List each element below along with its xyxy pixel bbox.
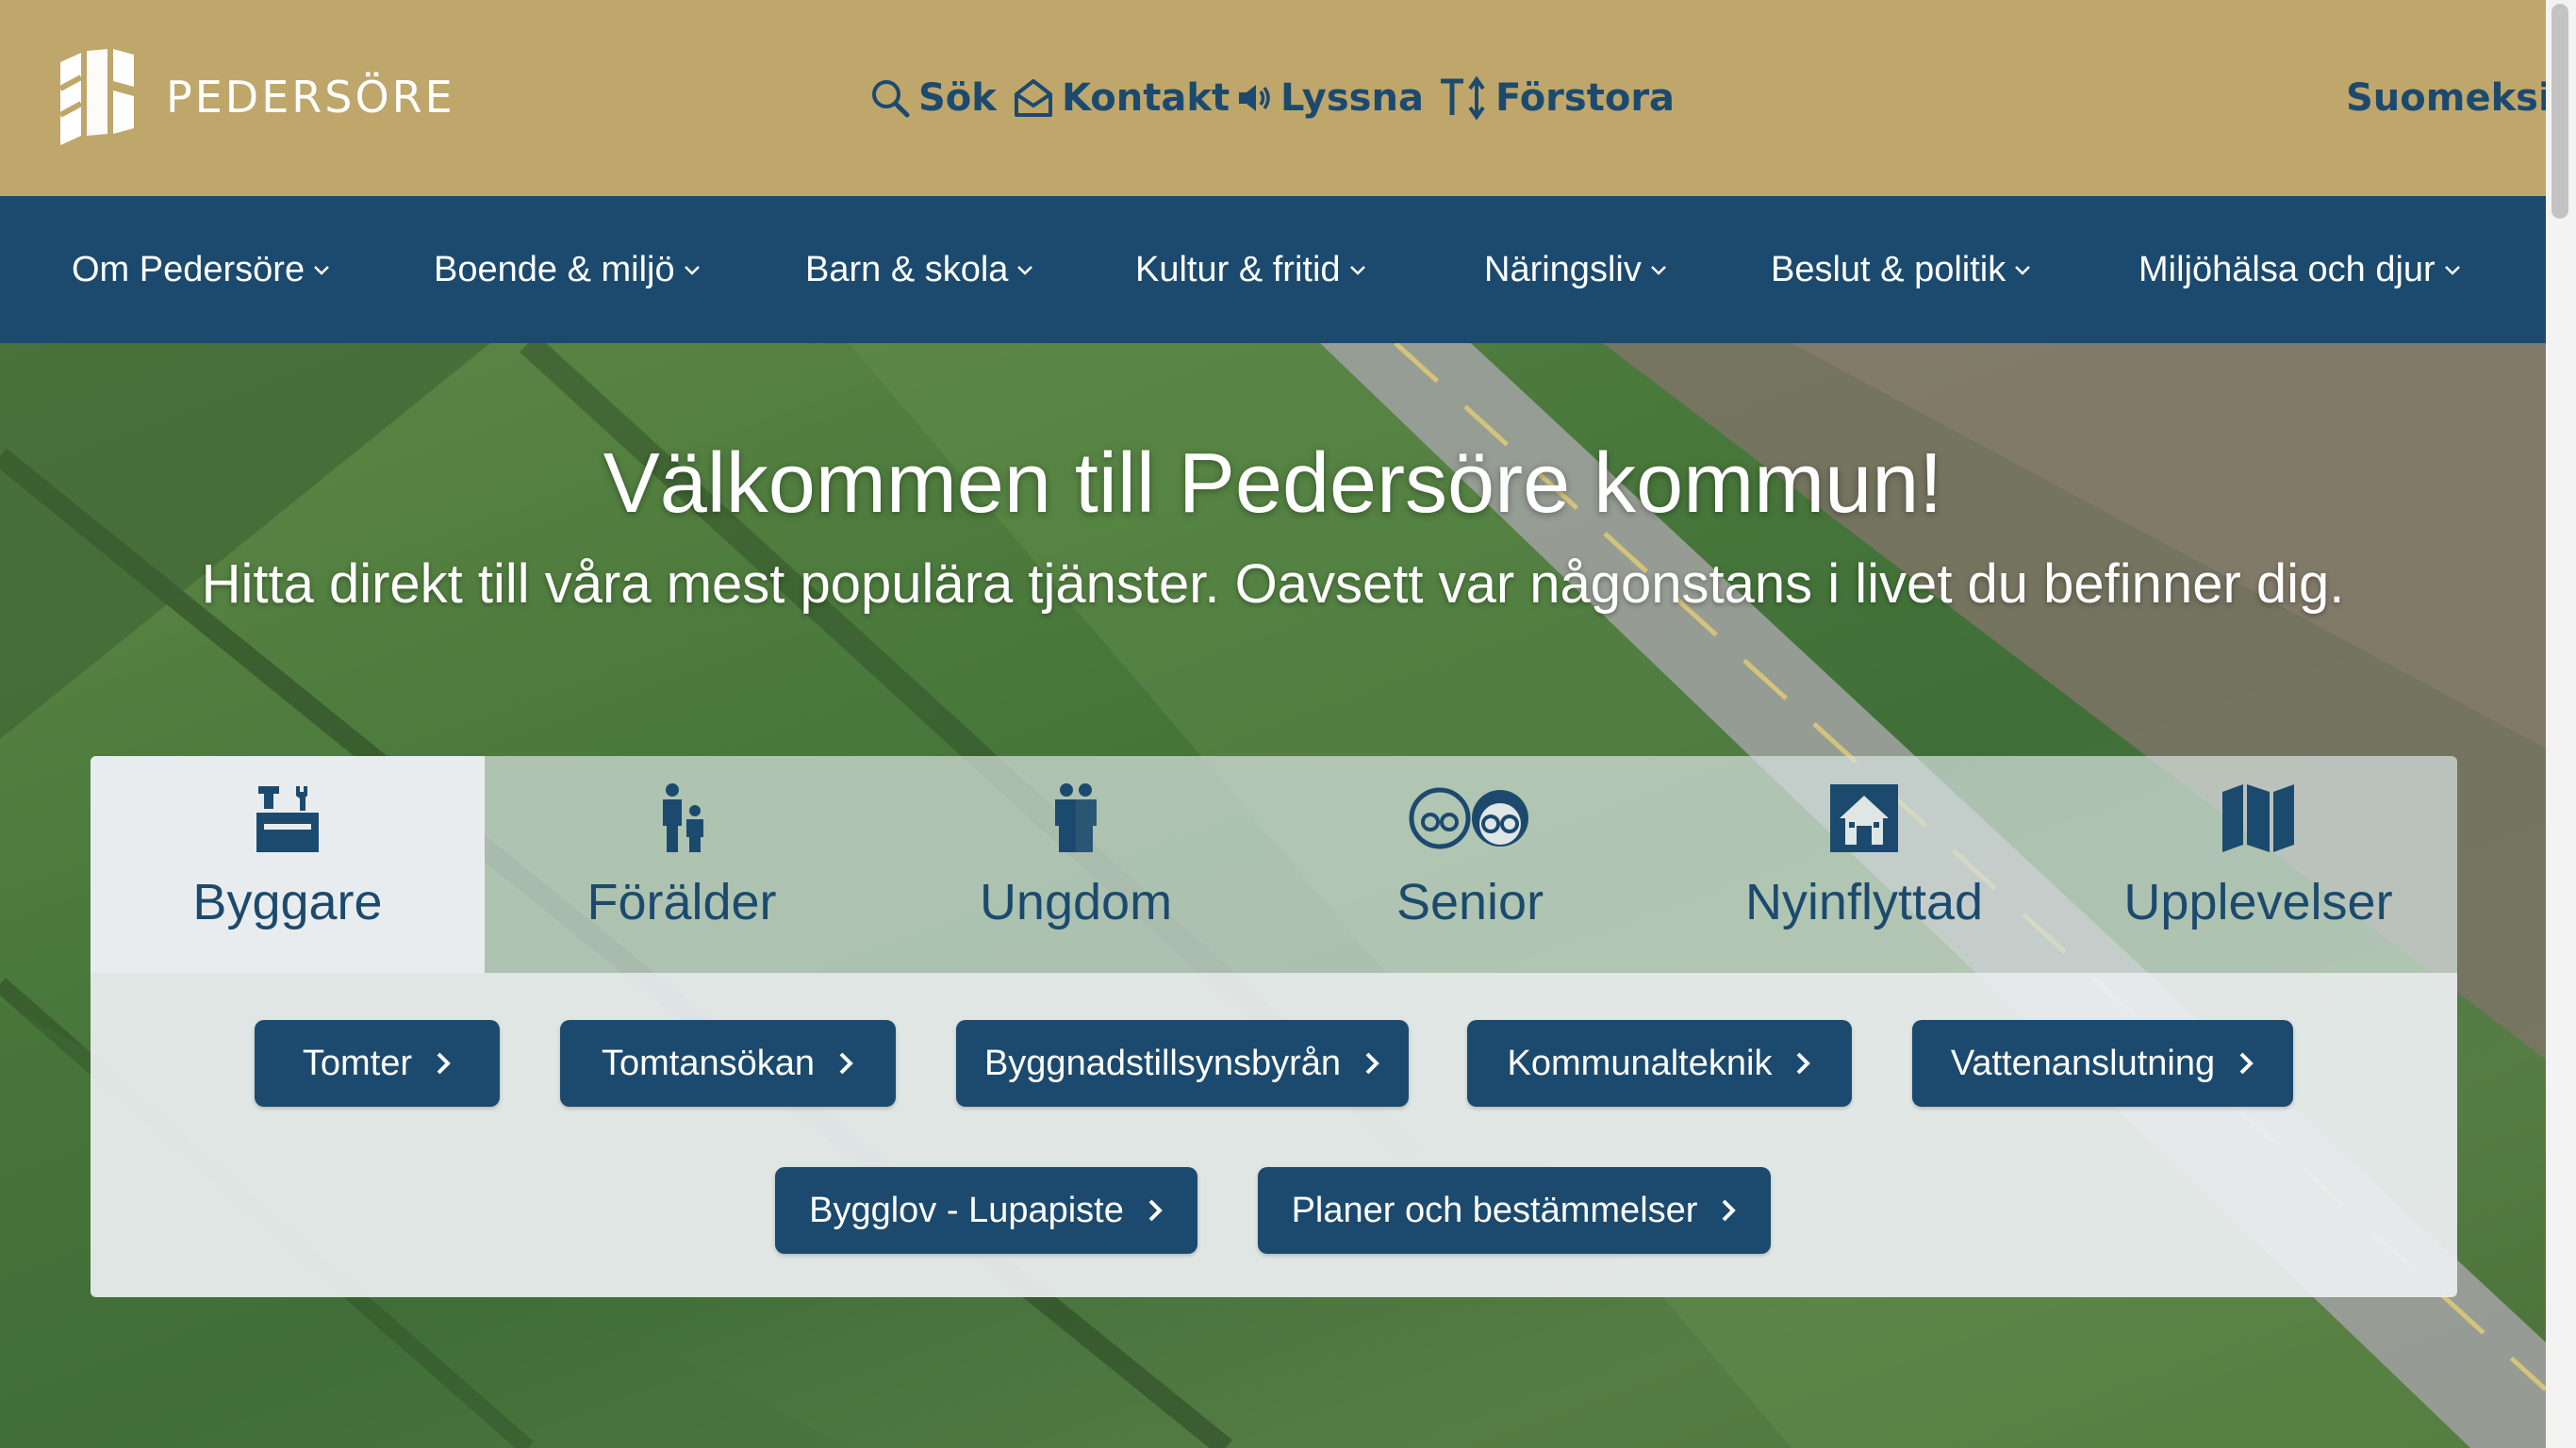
- parent-child-icon: [663, 783, 703, 852]
- service-button-tomter[interactable]: Tomter: [255, 1020, 500, 1107]
- tab-senior[interactable]: Senior: [1273, 756, 1667, 973]
- nav-item-kultur-fritid[interactable]: Kultur & fritid: [1135, 243, 1369, 296]
- nav-item-miljohalsa-djur[interactable]: Miljöhälsa och djur: [2138, 243, 2464, 296]
- nav-item-beslut-politik[interactable]: Beslut & politik: [1771, 243, 2034, 296]
- tab-label: Ungdom: [979, 874, 1173, 930]
- service-button-label: Tomter: [302, 1043, 413, 1083]
- scrollbar-thumb[interactable]: [2551, 4, 2568, 219]
- chevron-down-icon: [1349, 266, 1365, 275]
- chevron-down-icon: [1650, 266, 1666, 275]
- services-panel: Byggare Förälder Ungdom Senior Nyinflytt…: [91, 756, 2457, 1297]
- chevron-down-icon: [2444, 266, 2460, 275]
- tab-label: Nyinflyttad: [1744, 874, 1984, 930]
- chevron-right-icon: [2239, 1052, 2254, 1075]
- nav-item-label: Beslut & politik: [1771, 249, 2006, 289]
- contact-link[interactable]: Kontakt: [1013, 68, 1230, 128]
- contact-label: Kontakt: [1062, 76, 1230, 120]
- tab-upplevelser[interactable]: Upplevelser: [2061, 756, 2455, 973]
- zoom-label: Förstora: [1495, 76, 1676, 120]
- chevron-down-icon: [314, 266, 329, 275]
- nav-item-label: Boende & miljö: [434, 249, 675, 289]
- chevron-right-icon: [839, 1052, 853, 1075]
- text-size-icon: [1441, 75, 1485, 121]
- envelope-open-icon: [1015, 79, 1052, 117]
- chevron-right-icon: [1723, 1199, 1737, 1222]
- nav-item-label: Om Pedersöre: [72, 249, 305, 289]
- nav-item-om-pedersore[interactable]: Om Pedersöre: [72, 243, 333, 296]
- service-button-label: Tomtansökan: [601, 1043, 815, 1083]
- chevron-down-icon: [684, 266, 700, 275]
- nav-item-barn-skola[interactable]: Barn & skola: [805, 243, 1036, 296]
- service-button-kommunalteknik[interactable]: Kommunalteknik: [1467, 1020, 1852, 1107]
- tab-label: Förälder: [586, 874, 777, 930]
- seniors-icon: [1409, 787, 1528, 849]
- zoom-link[interactable]: Förstora: [1439, 68, 1675, 128]
- hero-subtitle: Hitta direkt till våra mest populära tjä…: [201, 553, 2345, 615]
- tab-foralder[interactable]: Förälder: [485, 756, 879, 973]
- tab-label: Byggare: [192, 874, 383, 930]
- toolbox-icon: [256, 786, 319, 852]
- tab-nyinflyttad[interactable]: Nyinflyttad: [1667, 756, 2061, 973]
- service-button-label: Planer och bestämmelser: [1291, 1190, 1698, 1230]
- service-button-bygglov-lupapiste[interactable]: Bygglov - Lupapiste: [775, 1167, 1197, 1254]
- search-link[interactable]: Sök: [869, 68, 997, 128]
- youth-icon: [1055, 783, 1097, 852]
- chevron-right-icon: [1797, 1052, 1811, 1075]
- chevron-right-icon: [1365, 1052, 1379, 1075]
- service-button-label: Bygglov - Lupapiste: [809, 1190, 1124, 1230]
- service-button-vattenanslutning[interactable]: Vattenanslutning: [1912, 1020, 2293, 1107]
- service-button-byggnadstillsynsbyran[interactable]: Byggnadstillsynsbyrån: [956, 1020, 1409, 1107]
- nav-item-label: Miljöhälsa och djur: [2138, 249, 2436, 289]
- service-button-label: Kommunalteknik: [1507, 1043, 1773, 1083]
- tab-ungdom[interactable]: Ungdom: [879, 756, 1273, 973]
- nav-item-label: Kultur & fritid: [1135, 249, 1341, 289]
- pedersore-logo-mark-icon: [60, 49, 134, 145]
- house-icon: [1830, 784, 1898, 852]
- tab-byggare[interactable]: Byggare: [91, 756, 485, 973]
- site-logo[interactable]: PEDERSÖRE: [60, 49, 455, 145]
- service-button-planer-bestammelser[interactable]: Planer och bestämmelser: [1258, 1167, 1771, 1254]
- search-icon: [872, 80, 910, 118]
- listen-label: Lyssna: [1280, 76, 1424, 120]
- listen-link[interactable]: Lyssna: [1235, 68, 1424, 128]
- tab-label: Upplevelser: [2123, 874, 2393, 930]
- nav-item-label: Barn & skola: [805, 249, 1009, 289]
- main-navigation: Om Pedersöre Boende & miljö Barn & skola…: [0, 196, 2546, 343]
- utility-bar: PEDERSÖRE Sök Kontakt Lyssna Förstora Su…: [0, 0, 2551, 196]
- nav-item-label: Näringsliv: [1484, 249, 1642, 289]
- chevron-right-icon: [1148, 1199, 1163, 1222]
- hero-section: Välkommen till Pedersöre kommun! Hitta d…: [0, 343, 2546, 1448]
- tab-label: Senior: [1395, 874, 1544, 930]
- audience-tabs: Byggare Förälder Ungdom Senior Nyinflytt…: [91, 756, 2457, 973]
- language-switch-link[interactable]: Suomeksi: [2346, 68, 2551, 128]
- service-button-tomtansokan[interactable]: Tomtansökan: [560, 1020, 896, 1107]
- hero-title: Välkommen till Pedersöre kommun!: [603, 436, 1943, 531]
- chevron-right-icon: [437, 1052, 451, 1075]
- language-label: Suomeksi: [2346, 76, 2551, 120]
- map-icon: [2222, 784, 2294, 852]
- chevron-down-icon: [2015, 266, 2031, 275]
- speaker-icon: [1239, 85, 1270, 111]
- service-button-label: Vattenanslutning: [1950, 1043, 2216, 1083]
- service-links: Tomter Tomtansökan Byggnadstillsynsbyrån…: [91, 973, 2457, 1297]
- chevron-down-icon: [1017, 266, 1033, 275]
- site-name: PEDERSÖRE: [166, 72, 455, 123]
- service-button-label: Byggnadstillsynsbyrån: [983, 1043, 1342, 1083]
- nav-item-boende-miljo[interactable]: Boende & miljö: [434, 243, 703, 296]
- search-label: Sök: [918, 76, 997, 120]
- nav-item-naringsliv[interactable]: Näringsliv: [1484, 243, 1670, 296]
